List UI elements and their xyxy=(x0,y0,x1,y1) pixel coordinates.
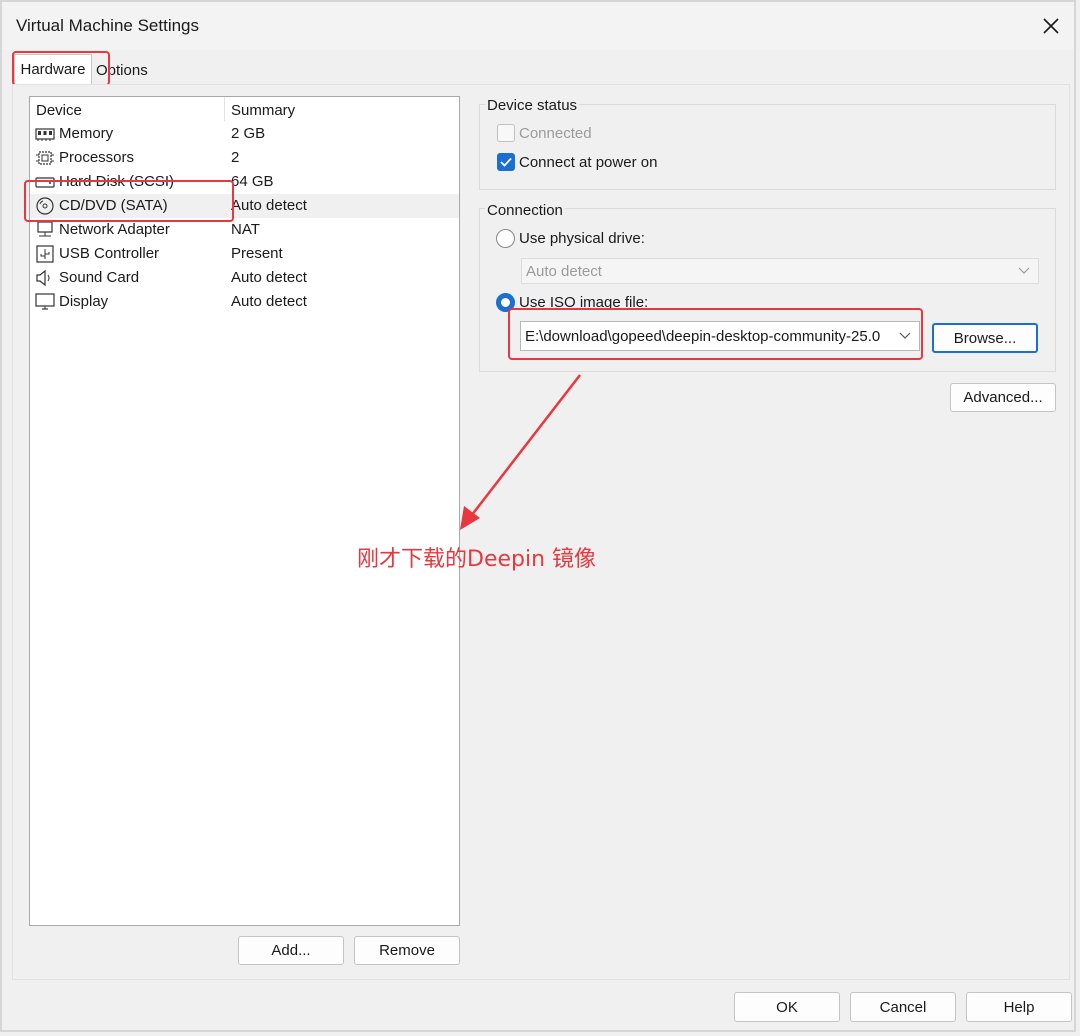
device-name: USB Controller xyxy=(59,245,160,262)
connect-at-power-on-label: Connect at power on xyxy=(519,154,658,171)
tab-options[interactable]: Options xyxy=(96,56,148,82)
window-title: Virtual Machine Settings xyxy=(16,16,200,35)
device-name: Memory xyxy=(59,125,114,142)
physical-drive-value: Auto detect xyxy=(526,262,602,280)
hard-disk-icon xyxy=(35,177,55,188)
device-summary: 2 xyxy=(231,149,240,166)
device-status-label: Device status xyxy=(485,97,580,114)
device-summary: Present xyxy=(231,245,283,262)
device-summary: NAT xyxy=(231,221,260,238)
add-button[interactable]: Add... xyxy=(238,936,344,965)
sound-card-icon xyxy=(36,269,50,287)
list-item[interactable]: Hard Disk (SCSI) 64 GB xyxy=(30,170,459,194)
list-item[interactable]: Sound Card Auto detect xyxy=(30,266,459,290)
browse-button[interactable]: Browse... xyxy=(932,323,1038,353)
chevron-down-icon xyxy=(1018,267,1030,274)
remove-button[interactable]: Remove xyxy=(354,936,460,965)
close-button[interactable] xyxy=(1034,10,1068,42)
ok-button[interactable]: OK xyxy=(734,992,840,1022)
use-iso-image-radio[interactable] xyxy=(496,293,515,312)
device-status-group xyxy=(479,104,1056,190)
list-item[interactable]: USB Controller Present xyxy=(30,242,459,266)
list-item[interactable]: Memory 2 GB xyxy=(30,122,459,146)
device-name: Display xyxy=(59,293,109,310)
device-name: CD/DVD (SATA) xyxy=(59,197,168,214)
device-name: Processors xyxy=(59,149,135,166)
iso-path-value: E:\download\gopeed\deepin-desktop-commun… xyxy=(525,327,881,345)
physical-drive-select[interactable]: Auto detect xyxy=(521,258,1039,284)
chevron-down-icon xyxy=(899,332,911,339)
list-item[interactable]: CD/DVD (SATA) Auto detect xyxy=(30,194,459,218)
device-summary: Auto detect xyxy=(231,197,307,214)
connect-at-power-on-checkbox[interactable] xyxy=(497,153,515,171)
advanced-button[interactable]: Advanced... xyxy=(950,383,1056,412)
use-physical-drive-label: Use physical drive: xyxy=(519,230,645,247)
list-item[interactable]: Processors 2 xyxy=(30,146,459,170)
connected-label: Connected xyxy=(519,125,592,142)
title-bar[interactable]: Virtual Machine Settings xyxy=(2,2,1074,50)
device-summary: Auto detect xyxy=(231,269,307,286)
processor-icon xyxy=(36,151,54,165)
cd-dvd-icon xyxy=(36,197,54,215)
connection-label: Connection xyxy=(485,202,565,219)
device-name: Network Adapter xyxy=(59,221,170,238)
list-item[interactable]: Network Adapter NAT xyxy=(30,218,459,242)
device-summary: Auto detect xyxy=(231,293,307,310)
usb-icon xyxy=(36,245,54,263)
column-header-device[interactable]: Device xyxy=(36,102,82,124)
tab-hardware[interactable]: Hardware xyxy=(14,54,92,84)
device-summary: 64 GB xyxy=(231,173,274,190)
column-divider[interactable] xyxy=(224,97,225,121)
connected-checkbox[interactable] xyxy=(497,124,515,142)
device-name: Sound Card xyxy=(59,269,140,286)
close-icon xyxy=(1043,18,1059,34)
iso-path-input[interactable]: E:\download\gopeed\deepin-desktop-commun… xyxy=(520,321,920,351)
annotation-text: 刚才下载的Deepin 镜像 xyxy=(357,547,597,572)
device-name: Hard Disk (SCSI) xyxy=(59,173,175,190)
device-list[interactable]: Device Summary Memory 2 GB Processors 2 … xyxy=(29,96,460,926)
list-item[interactable]: Display Auto detect xyxy=(30,290,459,314)
annotation-arrow-icon xyxy=(460,374,581,530)
help-button[interactable]: Help xyxy=(966,992,1072,1022)
column-header-summary[interactable]: Summary xyxy=(231,102,295,124)
use-physical-drive-radio[interactable] xyxy=(496,229,515,248)
use-iso-image-label: Use ISO image file: xyxy=(519,294,649,311)
display-icon xyxy=(35,293,55,310)
network-adapter-icon xyxy=(37,221,53,237)
cancel-button[interactable]: Cancel xyxy=(850,992,956,1022)
memory-icon xyxy=(35,128,55,141)
device-summary: 2 GB xyxy=(231,125,266,142)
checkmark-icon xyxy=(500,157,512,167)
